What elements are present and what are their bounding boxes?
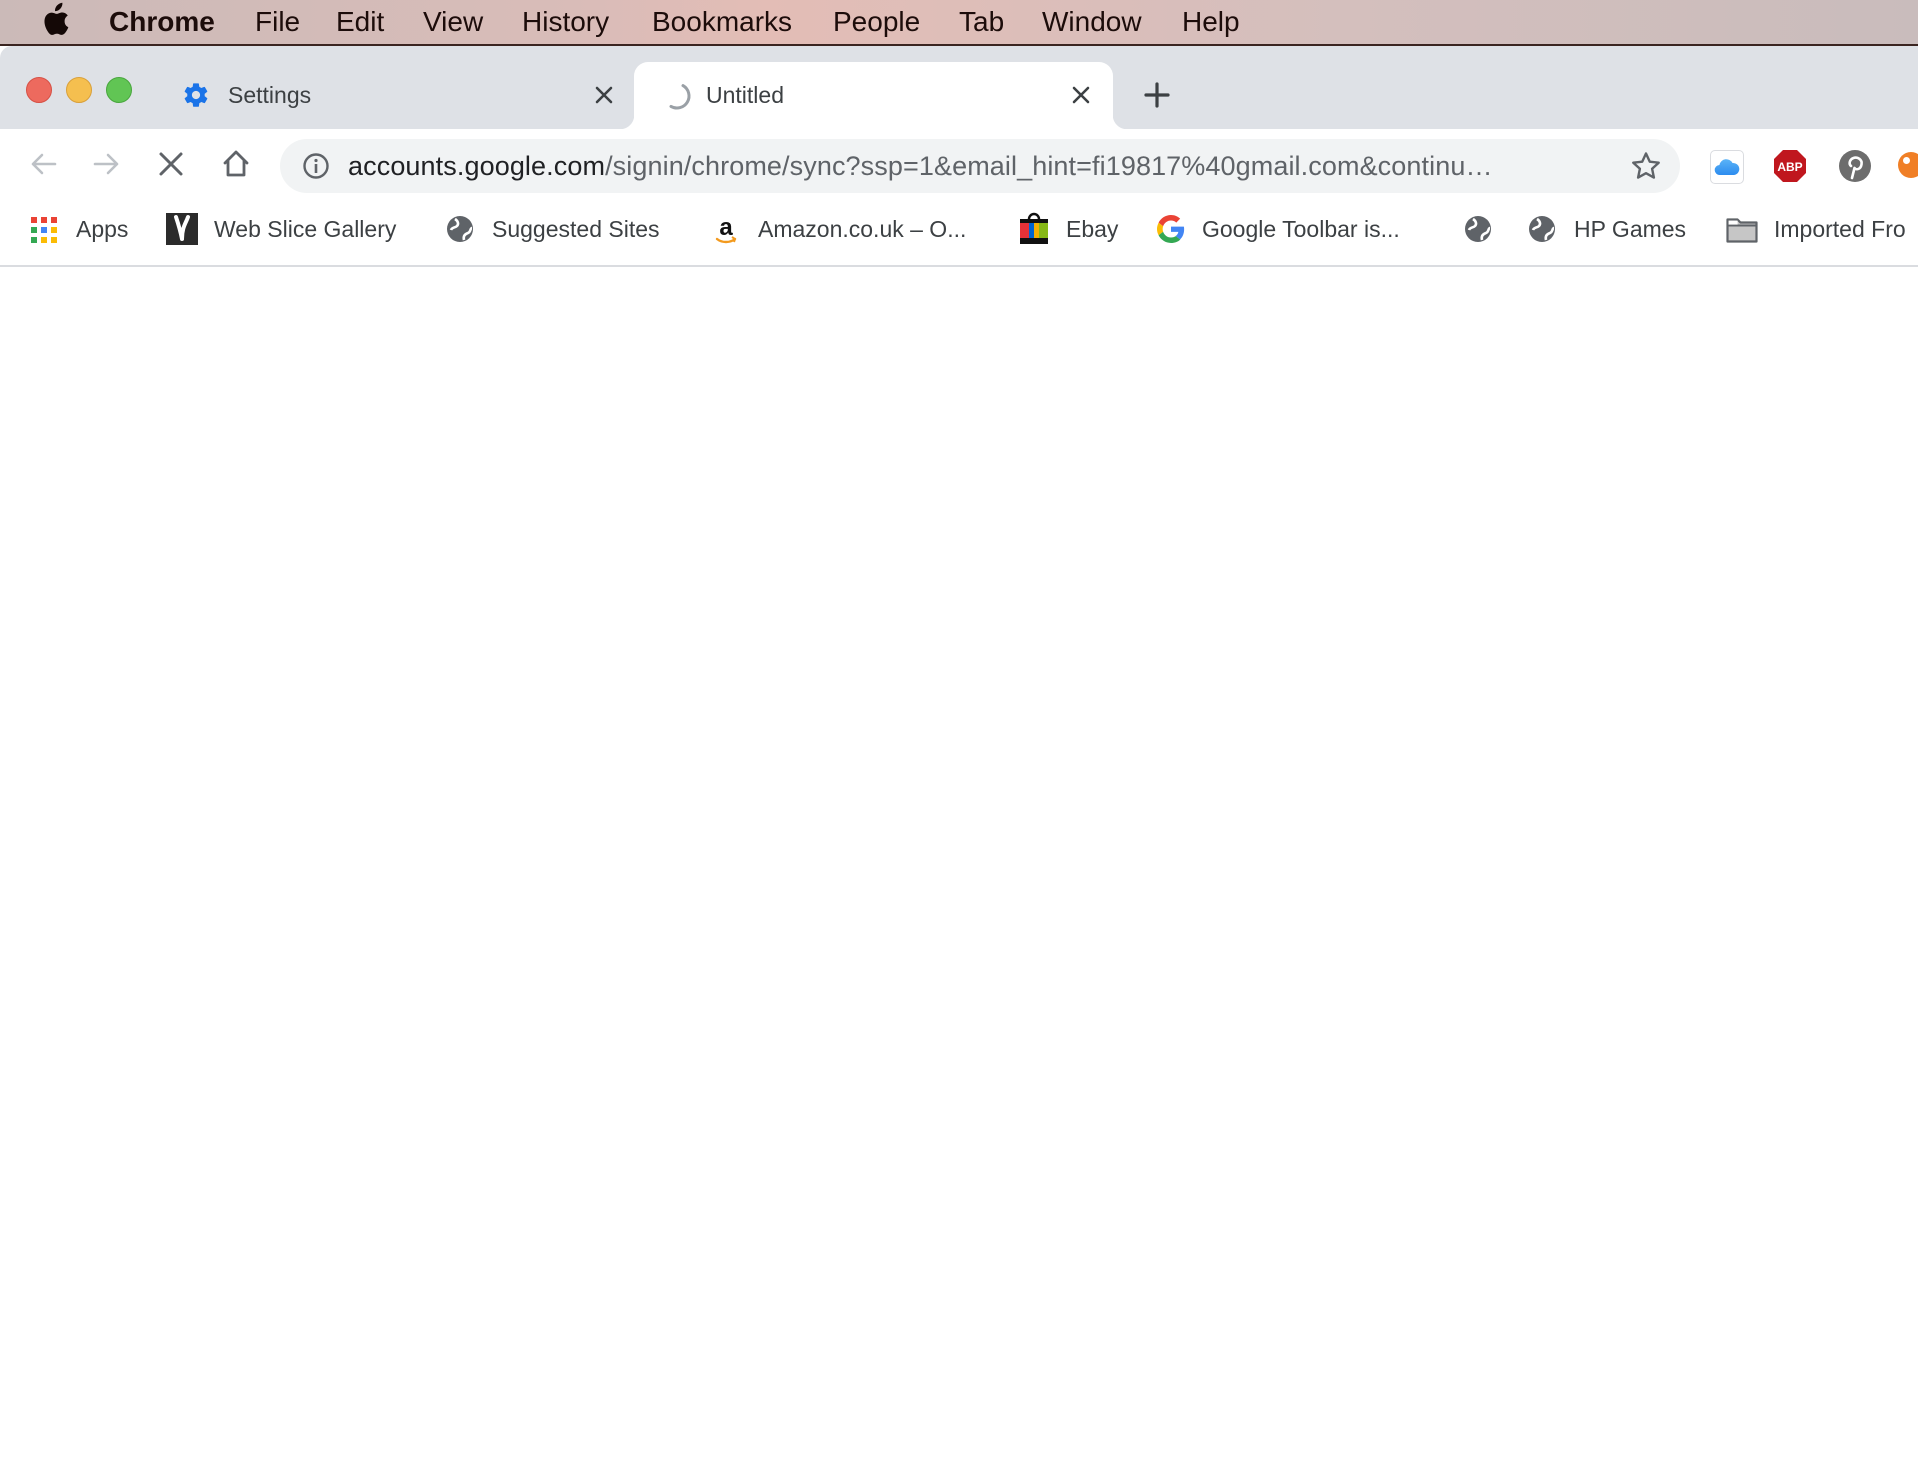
window-close-button[interactable] <box>26 77 52 103</box>
bookmark-label: Ebay <box>1066 216 1119 242</box>
bookmark-label: Imported Fro <box>1774 216 1906 242</box>
back-button[interactable] <box>23 146 63 186</box>
stop-loading-button[interactable] <box>151 146 191 186</box>
folder-icon <box>1726 216 1758 244</box>
forward-arrow-icon <box>92 149 122 184</box>
ebay-bag-icon <box>1018 211 1050 245</box>
menu-edit[interactable]: Edit <box>336 4 384 40</box>
pinterest-extension-icon[interactable] <box>1838 149 1872 188</box>
tab-title: Settings <box>228 82 312 108</box>
url-text[interactable]: accounts.google.com/signin/chrome/sync?s… <box>348 148 1493 184</box>
menu-people[interactable]: People <box>833 4 920 40</box>
menu-app-name[interactable]: Chrome <box>109 4 215 40</box>
macos-menu-bar: Chrome File Edit View History Bookmarks … <box>0 0 1918 46</box>
adblock-plus-extension-icon[interactable]: ABP <box>1773 149 1807 188</box>
tab-close-button[interactable] <box>592 83 616 112</box>
orange-extension-icon[interactable] <box>1898 152 1918 178</box>
url-host: accounts.google.com <box>348 151 606 181</box>
globe-icon <box>446 215 474 243</box>
bookmark-label: Amazon.co.uk – O... <box>758 216 967 242</box>
web-slice-icon <box>166 213 198 245</box>
menu-history[interactable]: History <box>522 4 609 40</box>
home-icon <box>221 149 251 184</box>
menu-view[interactable]: View <box>423 4 483 40</box>
bookmark-label: Suggested Sites <box>492 216 660 242</box>
loading-spinner-icon <box>662 81 692 116</box>
star-icon[interactable] <box>1630 150 1662 187</box>
bookmark-label: Web Slice Gallery <box>214 216 397 242</box>
window-zoom-button[interactable] <box>106 77 132 103</box>
info-icon[interactable] <box>302 152 330 185</box>
menu-help[interactable]: Help <box>1182 4 1240 40</box>
stop-icon <box>157 150 185 183</box>
gear-icon <box>182 81 210 114</box>
svg-text:a: a <box>719 215 733 241</box>
icloud-extension-icon[interactable] <box>1710 150 1744 184</box>
menu-tab[interactable]: Tab <box>959 4 1004 40</box>
url-path: /signin/chrome/sync?ssp=1&email_hint=fi1… <box>605 151 1493 181</box>
bookmark-label: Google Toolbar is... <box>1202 216 1400 242</box>
menu-window[interactable]: Window <box>1042 4 1142 40</box>
bookmark-label: HP Games <box>1574 216 1687 242</box>
abp-label: ABP <box>1777 160 1802 174</box>
globe-icon <box>1464 215 1492 243</box>
menu-file[interactable]: File <box>255 4 300 40</box>
google-g-icon <box>1157 215 1185 243</box>
tab-title: Untitled <box>706 82 784 108</box>
apps-grid-icon <box>30 216 58 244</box>
tab-close-button[interactable] <box>1069 83 1093 112</box>
page-content-blank <box>0 267 1918 1474</box>
window-minimize-button[interactable] <box>66 77 92 103</box>
new-tab-button[interactable] <box>1141 79 1173 116</box>
menu-bookmarks[interactable]: Bookmarks <box>652 4 792 40</box>
apple-logo-icon[interactable] <box>40 2 70 47</box>
back-arrow-icon <box>28 149 58 184</box>
forward-button[interactable] <box>87 146 127 186</box>
amazon-icon: a <box>712 214 740 244</box>
home-button[interactable] <box>216 146 256 186</box>
globe-icon <box>1528 215 1556 243</box>
bookmark-label: Apps <box>76 216 129 242</box>
